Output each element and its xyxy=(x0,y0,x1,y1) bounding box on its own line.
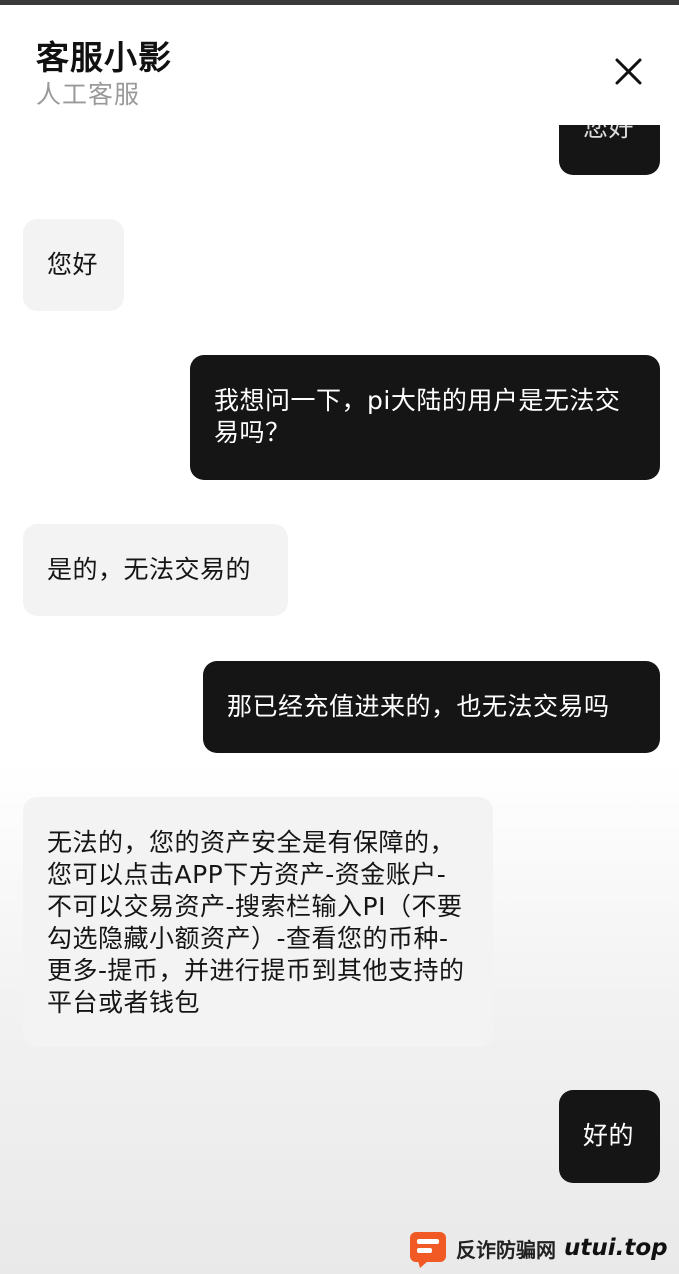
close-icon xyxy=(615,58,642,85)
user-message-bubble: 我想问一下，pi大陆的用户是无法交易吗？ xyxy=(190,355,660,480)
user-message-bubble: 好的 xyxy=(559,1090,660,1183)
watermark: 反诈防骗网 utui.top xyxy=(408,1228,670,1268)
agent-role: 人工客服 xyxy=(36,80,141,109)
message-text: 无法的，您的资产安全是有保障的，您可以点击APP下方资产-资金账户-不可以交易资… xyxy=(47,828,465,1017)
message-text: 您好 xyxy=(47,250,99,279)
user-message-bubble: 那已经充值进来的，也无法交易吗 xyxy=(203,661,660,753)
watermark-site: utui.top xyxy=(564,1235,668,1261)
watermark-logo-icon xyxy=(408,1228,448,1268)
agent-message-bubble: 是的，无法交易的 xyxy=(23,524,288,616)
message-text: 那已经充值进来的，也无法交易吗 xyxy=(227,692,610,721)
message-text: 我想问一下，pi大陆的用户是无法交易吗？ xyxy=(214,386,621,447)
chat-message-list[interactable]: 您好 您好 我想问一下，pi大陆的用户是无法交易吗？ 是的，无法交易的 那已经充… xyxy=(0,0,679,1274)
agent-message-bubble: 您好 xyxy=(23,219,124,311)
watermark-text: 反诈防骗网 xyxy=(456,1237,556,1262)
message-text: 是的，无法交易的 xyxy=(47,555,252,584)
close-button[interactable] xyxy=(604,49,652,97)
agent-name: 客服小影 xyxy=(36,38,172,77)
agent-message-bubble: 无法的，您的资产安全是有保障的，您可以点击APP下方资产-资金账户-不可以交易资… xyxy=(23,797,493,1047)
message-text: 好的 xyxy=(583,1121,635,1150)
chat-header: 客服小影 人工客服 xyxy=(0,5,679,125)
